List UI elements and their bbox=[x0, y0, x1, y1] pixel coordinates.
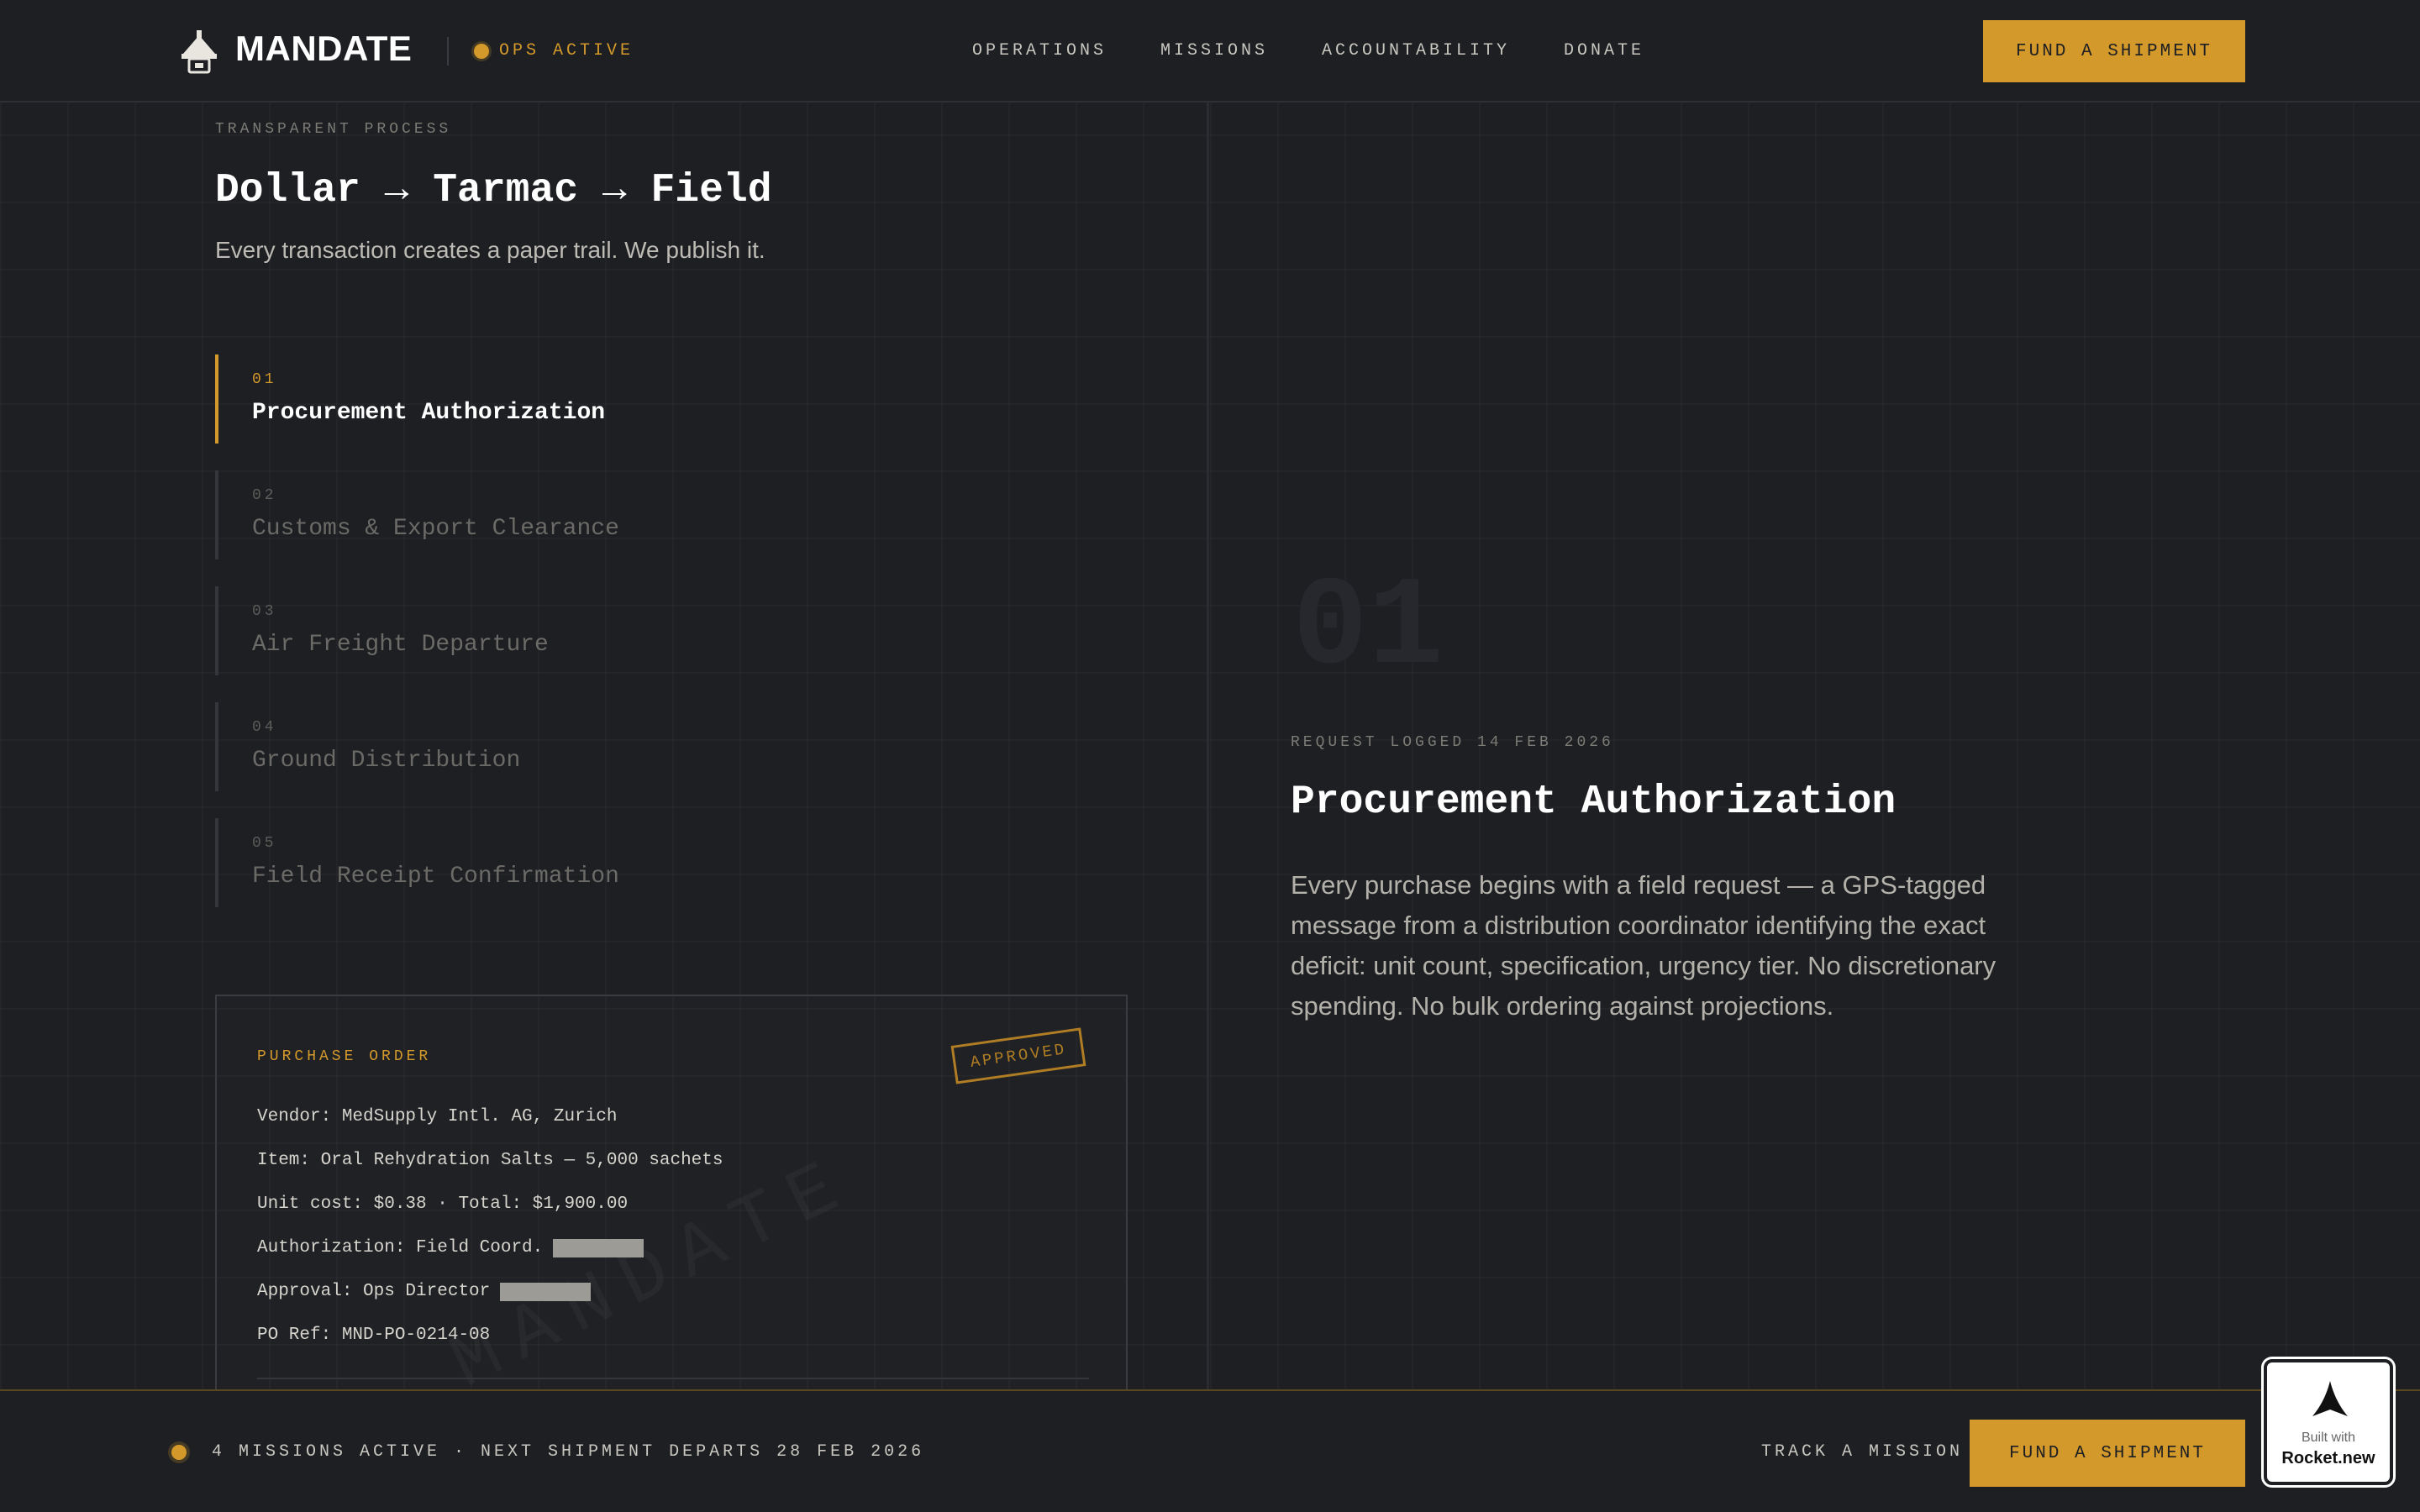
step-number: 05 bbox=[252, 835, 277, 852]
step-air-freight[interactable]: 03 Air Freight Departure bbox=[215, 586, 887, 675]
step-field-receipt[interactable]: 05 Field Receipt Confirmation bbox=[215, 818, 887, 907]
po-authorization-row: Authorization: Field Coord. bbox=[257, 1236, 644, 1260]
fund-shipment-button[interactable]: FUND A SHIPMENT bbox=[1983, 20, 2245, 82]
po-divider bbox=[257, 1378, 1089, 1379]
sticky-footer: 4 MISSIONS ACTIVE · NEXT SHIPMENT DEPART… bbox=[0, 1389, 2420, 1512]
po-heading: PURCHASE ORDER bbox=[257, 1048, 432, 1065]
built-with-badge[interactable]: Built with Rocket.new bbox=[2264, 1359, 2393, 1485]
step-big-number: 01 bbox=[1292, 558, 1444, 701]
step-label: Ground Distribution bbox=[252, 748, 521, 774]
step-label: Customs & Export Clearance bbox=[252, 516, 619, 542]
step-indicator bbox=[215, 470, 218, 559]
section-eyebrow: TRANSPARENT PROCESS bbox=[215, 121, 452, 138]
step-number: 01 bbox=[252, 371, 277, 388]
step-customs[interactable]: 02 Customs & Export Clearance bbox=[215, 470, 887, 559]
step-label: Field Receipt Confirmation bbox=[252, 864, 619, 890]
step-label: Air Freight Departure bbox=[252, 632, 549, 658]
po-approval: Approval: Ops Director bbox=[257, 1282, 491, 1301]
po-authorization: Authorization: Field Coord. bbox=[257, 1238, 544, 1257]
badge-brand: Rocket.new bbox=[2281, 1449, 2375, 1467]
watermark: MANDATE bbox=[439, 1141, 867, 1396]
step-indicator bbox=[215, 354, 218, 444]
step-number: 04 bbox=[252, 719, 277, 736]
approved-stamp: APPROVED bbox=[950, 1027, 1086, 1084]
top-header: MANDATE OPS ACTIVE OPERATIONS MISSIONS A… bbox=[0, 0, 2420, 102]
badge-caption: Built with bbox=[2301, 1431, 2356, 1445]
po-ref: PO Ref: MND-PO-0214-08 bbox=[257, 1326, 491, 1345]
missions-status: 4 MISSIONS ACTIVE · NEXT SHIPMENT DEPART… bbox=[212, 1442, 925, 1462]
po-cost: Unit cost: $0.38 · Total: $1,900.00 bbox=[257, 1194, 629, 1214]
detail-title: Procurement Authorization bbox=[1291, 780, 1897, 825]
step-number: 03 bbox=[252, 603, 277, 620]
nav-accountability[interactable]: ACCOUNTABILITY bbox=[1322, 40, 1510, 62]
detail-body: Every purchase begins with a field reque… bbox=[1291, 870, 1996, 1021]
po-item: Item: Oral Rehydration Salts — 5,000 sac… bbox=[257, 1151, 723, 1170]
footer-fund-shipment-button[interactable]: FUND A SHIPMENT bbox=[1970, 1420, 2245, 1487]
step-procurement[interactable]: 01 Procurement Authorization bbox=[215, 354, 887, 444]
step-ground-distribution[interactable]: 04 Ground Distribution bbox=[215, 702, 887, 791]
status-dot-icon bbox=[171, 1445, 187, 1460]
step-indicator bbox=[215, 818, 218, 907]
redacted-block bbox=[500, 1283, 592, 1301]
step-number: 02 bbox=[252, 487, 277, 504]
track-mission-link[interactable]: TRACK A MISSION bbox=[1761, 1441, 1963, 1463]
nav-donate[interactable]: DONATE bbox=[1564, 40, 1644, 62]
section-subtitle: Every transaction creates a paper trail.… bbox=[215, 237, 765, 263]
redacted-block bbox=[553, 1239, 644, 1257]
detail-meta: REQUEST LOGGED 14 FEB 2026 bbox=[1291, 734, 1614, 751]
step-indicator bbox=[215, 586, 218, 675]
section-title: Dollar → Tarmac → Field bbox=[215, 168, 772, 213]
po-vendor: Vendor: MedSupply Intl. AG, Zurich bbox=[257, 1107, 618, 1126]
nav-operations[interactable]: OPERATIONS bbox=[972, 40, 1107, 62]
column-divider bbox=[1207, 102, 1209, 1389]
step-label: Procurement Authorization bbox=[252, 400, 606, 426]
step-indicator bbox=[215, 702, 218, 791]
purchase-order-document: MANDATE PURCHASE ORDER APPROVED Vendor: … bbox=[215, 995, 1128, 1398]
rocket-icon bbox=[2312, 1381, 2348, 1416]
nav-missions[interactable]: MISSIONS bbox=[1160, 40, 1268, 62]
po-approval-row: Approval: Ops Director bbox=[257, 1280, 592, 1304]
